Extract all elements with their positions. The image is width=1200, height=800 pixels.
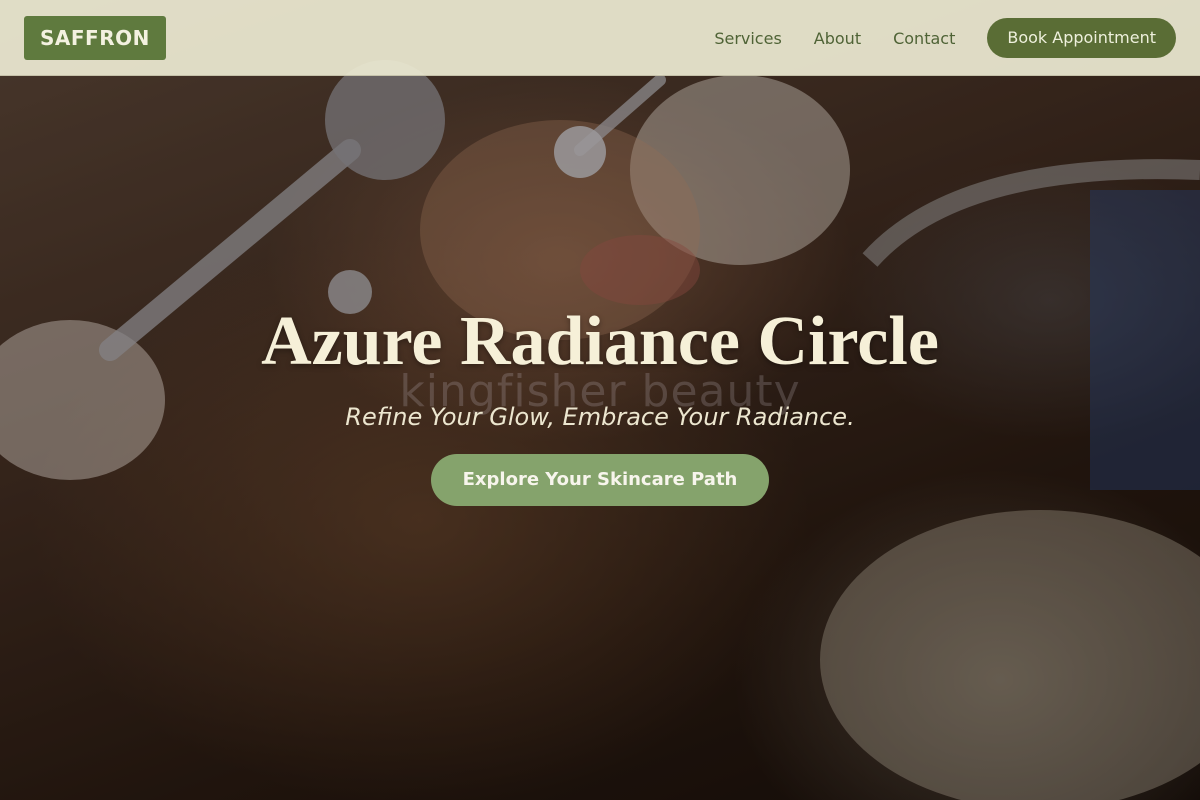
nav-link-services[interactable]: Services	[714, 29, 781, 48]
landing-page: SAFFRON Services About Contact Book Appo…	[0, 0, 1200, 800]
hero-tagline: Refine Your Glow, Embrace Your Radiance.	[345, 403, 855, 431]
hero-section: Azure Radiance Circle kingfisher beauty …	[0, 300, 1200, 506]
book-appointment-button[interactable]: Book Appointment	[987, 18, 1176, 58]
nav-link-contact[interactable]: Contact	[893, 29, 955, 48]
nav-link-about[interactable]: About	[814, 29, 861, 48]
main-nav: Services About Contact Book Appointment	[714, 18, 1176, 58]
explore-skincare-button[interactable]: Explore Your Skincare Path	[430, 454, 770, 506]
site-header: SAFFRON Services About Contact Book Appo…	[0, 0, 1200, 76]
brand-logo[interactable]: SAFFRON	[24, 16, 166, 60]
